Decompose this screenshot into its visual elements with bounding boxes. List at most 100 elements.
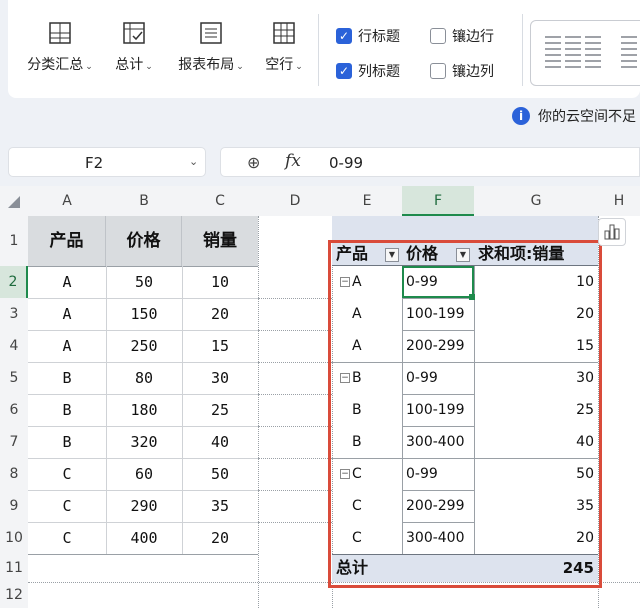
chart-icon: [604, 224, 620, 240]
row-header-4[interactable]: 4: [0, 330, 28, 362]
zoom-icon[interactable]: ⊕: [247, 153, 260, 172]
source-cell[interactable]: 80: [106, 362, 182, 394]
pivot-style-gallery[interactable]: [530, 20, 640, 86]
source-cell[interactable]: A: [28, 298, 106, 330]
row-header-9[interactable]: 9: [0, 490, 28, 522]
blank-rows-button[interactable]: 空行 ⌄: [258, 20, 310, 74]
banded-columns-checkbox[interactable]: 镶边列: [430, 61, 494, 81]
table-style-preview-icon: [545, 36, 637, 68]
report-layout-icon: [200, 22, 222, 44]
name-box[interactable]: F2 ⌄: [8, 147, 206, 177]
source-cell[interactable]: C: [28, 458, 106, 490]
source-cell[interactable]: B: [28, 362, 106, 394]
row-header-1[interactable]: 1: [0, 216, 28, 266]
select-all-corner[interactable]: [0, 186, 28, 216]
banded-columns-label: 镶边列: [452, 64, 494, 80]
source-header-product[interactable]: 产品: [28, 216, 106, 266]
source-cell[interactable]: 250: [106, 330, 182, 362]
checkbox-checked-icon: ✓: [336, 28, 352, 44]
source-cell[interactable]: 40: [182, 426, 258, 458]
grand-total-label: 总计: [115, 57, 144, 73]
source-cell[interactable]: 50: [106, 266, 182, 298]
banded-rows-checkbox[interactable]: 镶边行: [430, 26, 494, 46]
source-cell[interactable]: 290: [106, 490, 182, 522]
cloud-space-notice-text: 你的云空间不足: [538, 109, 636, 125]
ribbon-divider: [522, 14, 523, 86]
info-icon: i: [512, 107, 530, 125]
chevron-down-icon: ⌄: [295, 62, 303, 72]
source-cell[interactable]: 50: [182, 458, 258, 490]
blank-rows-icon: [273, 22, 295, 44]
page-break-line: [258, 216, 259, 608]
highlight-box: [328, 240, 602, 588]
source-cell[interactable]: 180: [106, 394, 182, 426]
spreadsheet-grid: A B C D E F G H 1 2 3 4 5 6 7 8 9 10 11 …: [0, 186, 640, 608]
pivot-chart-button[interactable]: [598, 218, 626, 246]
source-header-sales[interactable]: 销量: [182, 216, 258, 266]
checkbox-checked-icon: ✓: [336, 63, 352, 79]
cloud-space-notice: i 你的云空间不足: [512, 106, 636, 126]
function-icon[interactable]: fx: [285, 151, 301, 171]
page-break-line: [258, 490, 332, 491]
subtotal-button[interactable]: 分类汇总 ⌄: [22, 20, 98, 74]
chevron-down-icon: ⌄: [236, 62, 244, 72]
source-cell[interactable]: 150: [106, 298, 182, 330]
source-cell[interactable]: 25: [182, 394, 258, 426]
column-headers-checkbox[interactable]: ✓ 列标题: [336, 61, 400, 81]
row-header-2[interactable]: 2: [0, 266, 28, 298]
source-cell[interactable]: A: [28, 330, 106, 362]
row-header-5[interactable]: 5: [0, 362, 28, 394]
subtotal-label: 分类汇总: [27, 57, 84, 73]
column-header-g[interactable]: G: [474, 186, 598, 216]
column-header-f[interactable]: F: [402, 186, 474, 216]
page-break-line: [258, 458, 332, 459]
source-cell[interactable]: C: [28, 522, 106, 554]
column-header-e[interactable]: E: [332, 186, 402, 216]
row-header-3[interactable]: 3: [0, 298, 28, 330]
source-cell[interactable]: 15: [182, 330, 258, 362]
row-header-8[interactable]: 8: [0, 458, 28, 490]
report-layout-label: 报表布局: [178, 57, 235, 73]
chevron-down-icon: ⌄: [85, 62, 93, 72]
column-header-c[interactable]: C: [182, 186, 258, 216]
formula-input[interactable]: ⊕ fx 0-99: [220, 147, 640, 177]
row-header-12[interactable]: 12: [0, 582, 28, 608]
pivot-top-band: [332, 216, 598, 242]
row-headers-checkbox[interactable]: ✓ 行标题: [336, 26, 400, 46]
chevron-down-icon[interactable]: ⌄: [189, 155, 198, 168]
page-break-line: [258, 522, 332, 523]
column-header-d[interactable]: D: [258, 186, 332, 216]
column-header-a[interactable]: A: [28, 186, 106, 216]
source-cell[interactable]: B: [28, 426, 106, 458]
row-header-6[interactable]: 6: [0, 394, 28, 426]
row-header-7[interactable]: 7: [0, 426, 28, 458]
name-box-value: F2: [85, 154, 104, 172]
source-cell[interactable]: 10: [182, 266, 258, 298]
source-cell[interactable]: A: [28, 266, 106, 298]
select-all-icon: [8, 196, 20, 208]
column-header-h[interactable]: H: [598, 186, 640, 216]
chevron-down-icon: ⌄: [145, 62, 153, 72]
source-cell[interactable]: 320: [106, 426, 182, 458]
source-cell[interactable]: 60: [106, 458, 182, 490]
formula-value: 0-99: [329, 154, 364, 172]
source-cell[interactable]: 35: [182, 490, 258, 522]
report-layout-button[interactable]: 报表布局 ⌄: [170, 20, 252, 74]
source-cell[interactable]: 20: [182, 522, 258, 554]
row-headers-label: 行标题: [358, 29, 400, 45]
checkbox-unchecked-icon: [430, 28, 446, 44]
row-header-10[interactable]: 10: [0, 522, 28, 554]
source-cell[interactable]: 400: [106, 522, 182, 554]
source-cell[interactable]: C: [28, 490, 106, 522]
source-cell[interactable]: B: [28, 394, 106, 426]
source-cell[interactable]: 20: [182, 298, 258, 330]
row-header-11[interactable]: 11: [0, 554, 28, 582]
checkbox-unchecked-icon: [430, 63, 446, 79]
source-cell[interactable]: 30: [182, 362, 258, 394]
column-headers-label: 列标题: [358, 64, 400, 80]
banded-rows-label: 镶边行: [452, 29, 494, 45]
grand-total-button[interactable]: 总计 ⌄: [108, 20, 160, 74]
column-header-b[interactable]: B: [106, 186, 182, 216]
source-header-price[interactable]: 价格: [106, 216, 182, 266]
ribbon-divider: [318, 14, 319, 86]
